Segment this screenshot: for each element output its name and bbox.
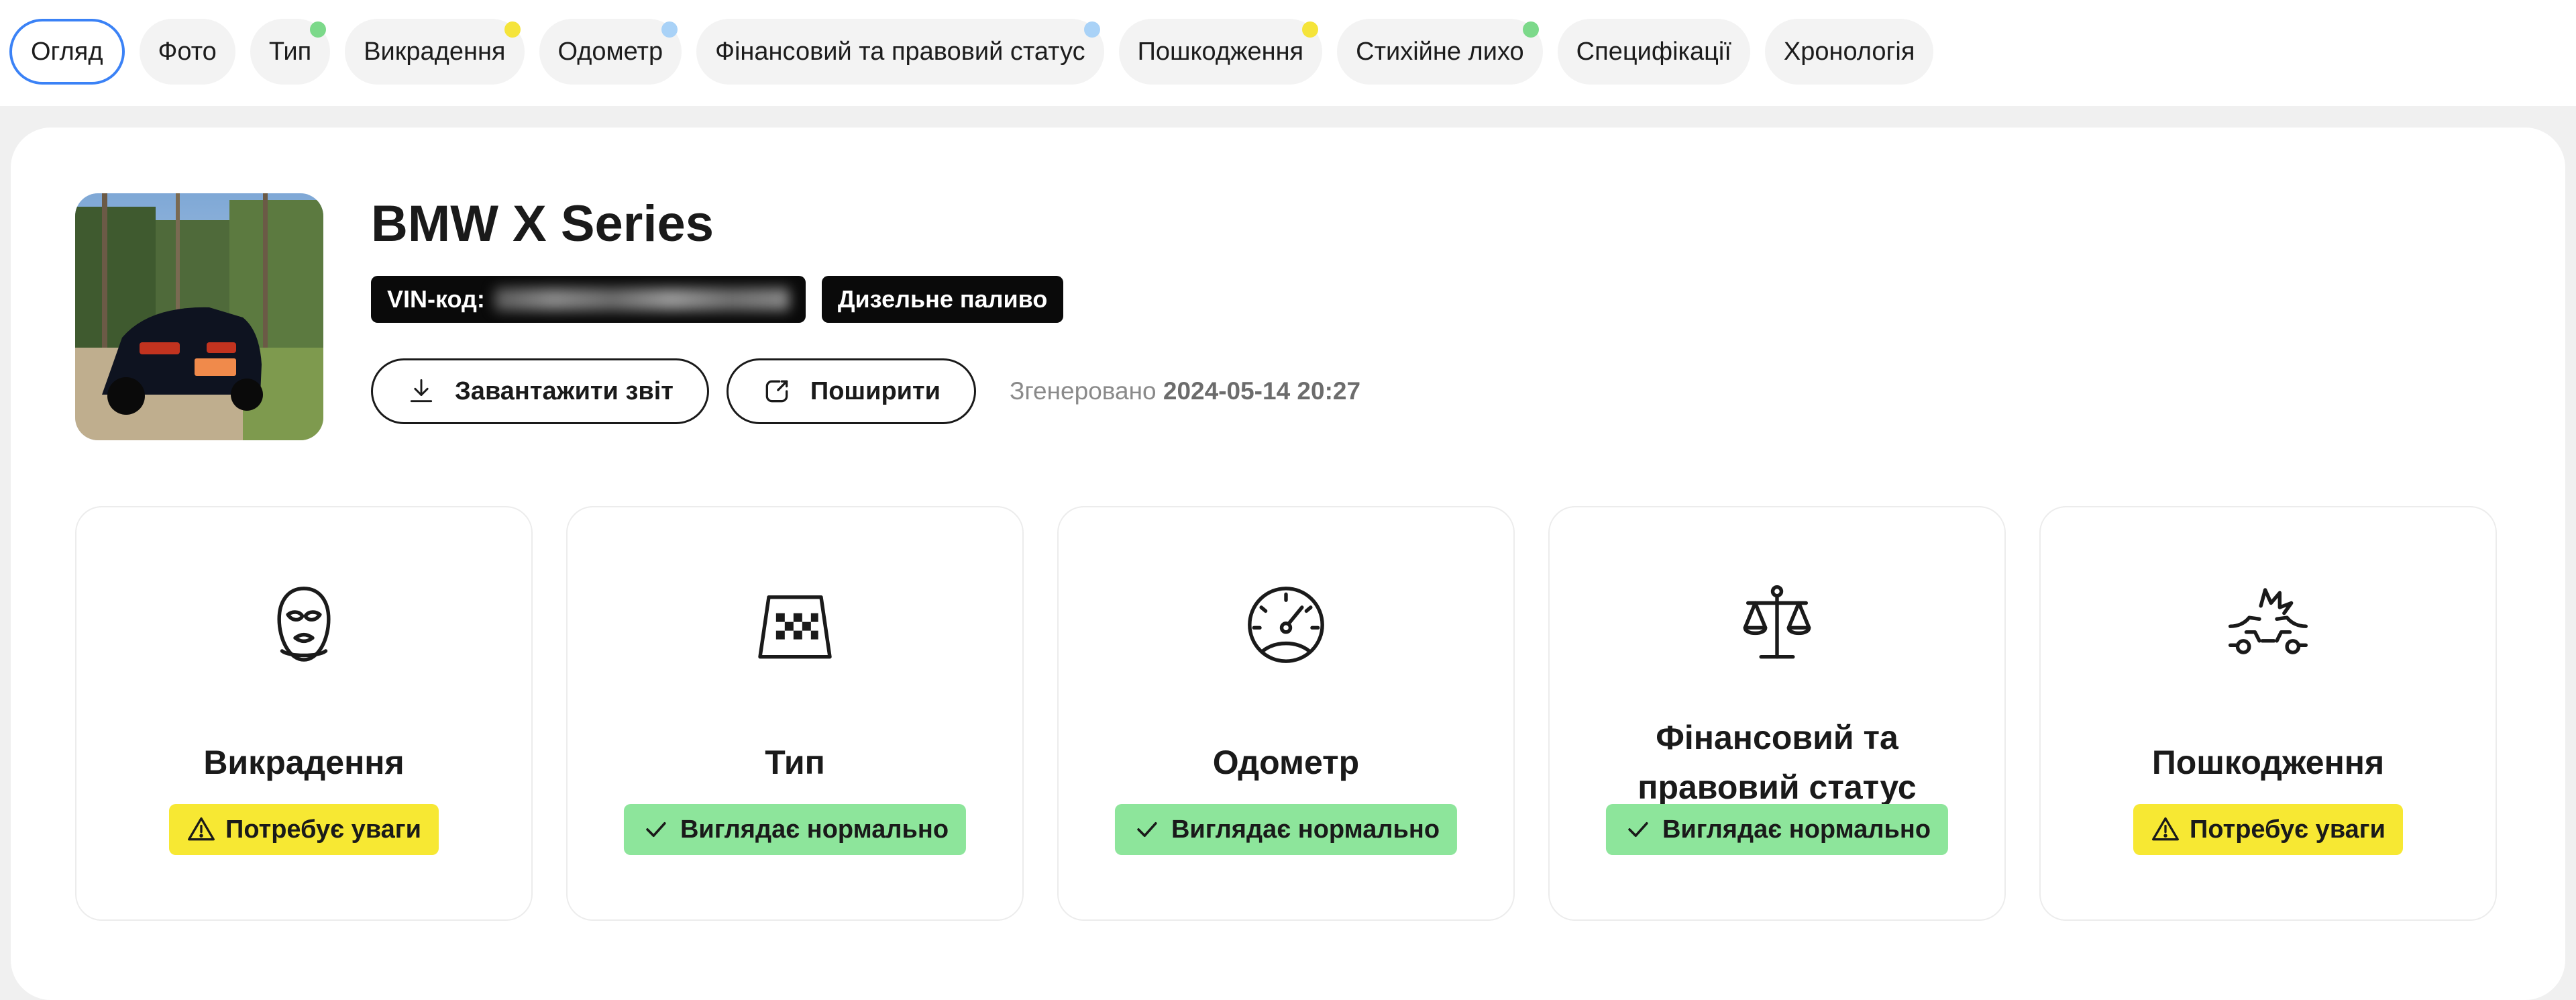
- check-icon: [1623, 815, 1653, 844]
- vin-value-redacted: [494, 288, 790, 311]
- tile-title: Пошкодження: [2151, 744, 2385, 781]
- tab-label: Викрадення: [364, 37, 506, 66]
- vin-label: VIN-код:: [387, 285, 485, 313]
- status-badge: Потребує уваги: [169, 804, 439, 855]
- tile-title: Викрадення: [203, 744, 405, 781]
- tab-10[interactable]: Хронологія: [1764, 19, 1934, 85]
- tab-2[interactable]: Фото: [139, 19, 235, 85]
- tab-label: Хронологія: [1783, 37, 1915, 66]
- tab-label: Пошкодження: [1137, 37, 1304, 66]
- download-label: Завантажити звіт: [455, 377, 674, 405]
- status-tiles: Викрадення Потребує уваги Тип Виглядає норм…: [75, 506, 2497, 921]
- download-report-button[interactable]: Завантажити звіт: [371, 358, 709, 424]
- download-icon: [410, 379, 433, 403]
- vehicle-photo: [75, 193, 323, 440]
- tab-3[interactable]: Тип: [250, 19, 331, 85]
- status-tile-1[interactable]: Викрадення Потребує уваги: [75, 506, 533, 921]
- status-dot: [1083, 21, 1100, 38]
- status-dot: [661, 21, 678, 38]
- status-badge: Потребує уваги: [2133, 804, 2403, 855]
- tab-6[interactable]: Фінансовий та правовий статус: [696, 19, 1104, 85]
- status-badge-label: Потребує уваги: [225, 815, 421, 844]
- tab-label: Фінансовий та правовий статус: [715, 37, 1085, 66]
- check-icon: [1132, 815, 1162, 844]
- balaclava-icon: [260, 581, 347, 668]
- tab-9[interactable]: Специфікації: [1557, 19, 1750, 85]
- status-badge-label: Виглядає нормально: [1171, 815, 1440, 844]
- warning-icon: [186, 815, 216, 844]
- status-tile-3[interactable]: Одометр Виглядає нормально: [1057, 506, 1515, 921]
- share-icon: [765, 380, 788, 403]
- status-dot: [310, 21, 327, 38]
- tile-title: Одометр: [1212, 744, 1360, 781]
- car-crash-icon: [2224, 581, 2312, 668]
- status-dot: [1522, 21, 1539, 38]
- tab-label: Одометр: [557, 37, 663, 66]
- status-badge-label: Виглядає нормально: [680, 815, 949, 844]
- tile-title: Фінансовий та правовий статус: [1638, 719, 1917, 806]
- check-icon: [641, 815, 671, 844]
- status-badge: Виглядає нормально: [1114, 804, 1458, 855]
- status-dot: [504, 21, 521, 38]
- generated-label: Згенеровано: [1010, 377, 1157, 405]
- tab-8[interactable]: Стихійне лихо: [1337, 19, 1543, 85]
- tab-4[interactable]: Викрадення: [345, 19, 525, 85]
- scales-icon: [1733, 581, 1821, 668]
- status-tile-2[interactable]: Тип Виглядає нормально: [566, 506, 1024, 921]
- tab-label: Тип: [268, 37, 312, 66]
- share-label: Поширити: [810, 377, 941, 405]
- tab-label: Огляд: [31, 37, 103, 66]
- report-card: BMW X Series VIN-код: Дизельне паливо За…: [11, 128, 2565, 1000]
- vehicle-chips: VIN-код: Дизельне паливо: [371, 276, 1064, 323]
- generated-date: 2024-05-14 20:27: [1163, 377, 1361, 405]
- status-badge-label: Виглядає нормально: [1662, 815, 1931, 844]
- fuel-chip: Дизельне паливо: [821, 276, 1064, 323]
- warning-icon: [2151, 815, 2180, 844]
- status-badge-label: Потребує уваги: [2190, 815, 2385, 844]
- generated-timestamp: Згенеровано 2024-05-14 20:27: [1010, 377, 1360, 405]
- report-actions: Завантажити звіт Поширити Згенеровано 20…: [371, 358, 1360, 424]
- tile-title: Тип: [765, 744, 825, 781]
- vehicle-title: BMW X Series: [371, 195, 714, 252]
- status-badge: Виглядає нормально: [1605, 804, 1949, 855]
- tab-5[interactable]: Одометр: [539, 19, 682, 85]
- status-dot: [1302, 21, 1319, 38]
- top-nav: Огляд Фото Тип Викрадення Одометр Фінансовий …: [0, 0, 2576, 106]
- tab-label: Фото: [158, 37, 217, 66]
- status-tile-4[interactable]: Фінансовий та правовий статус Виглядає но…: [1548, 506, 2006, 921]
- share-button[interactable]: Поширити: [726, 358, 976, 424]
- status-tile-5[interactable]: Пошкодження Потребує уваги: [2039, 506, 2497, 921]
- speedometer-icon: [1242, 581, 1330, 668]
- tab-1[interactable]: Огляд: [9, 19, 125, 85]
- tab-label: Стихійне лихо: [1356, 37, 1524, 66]
- taxi-sign-icon: [751, 581, 839, 668]
- vin-chip: VIN-код:: [371, 276, 806, 323]
- tab-label: Специфікації: [1576, 37, 1731, 66]
- tab-7[interactable]: Пошкодження: [1118, 19, 1323, 85]
- status-badge: Виглядає нормально: [623, 804, 967, 855]
- section-tabs: Огляд Фото Тип Викрадення Одометр Фінансовий …: [9, 19, 1934, 85]
